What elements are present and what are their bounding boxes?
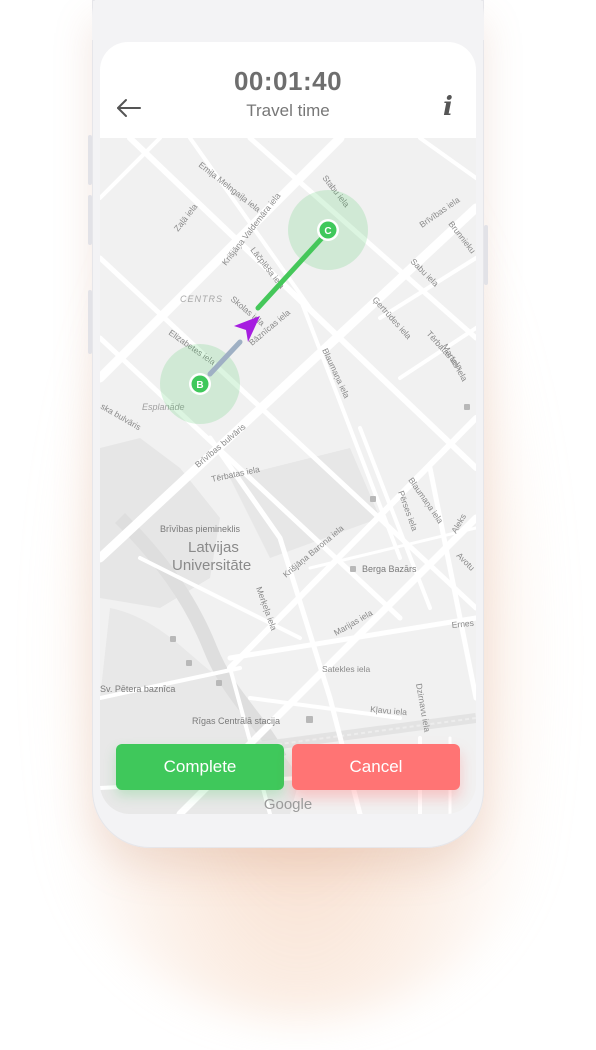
station-label: Rīgas Centrālā stacija [192, 716, 280, 726]
app-screen: 00:01:40 Travel time i Emiļa Melngaiļa i… [100, 42, 476, 814]
station-icon [306, 716, 313, 723]
map-view[interactable]: Emiļa Melngaiļa iela Zaļā iela Krišjāņa … [100, 133, 476, 814]
side-key [88, 290, 92, 354]
landmark-label: Berga Bazārs [362, 564, 417, 574]
district-label: CENTRS [180, 294, 223, 304]
poi-icon [170, 636, 176, 642]
poi-icon [464, 404, 470, 410]
volume-down-button [88, 195, 92, 245]
poi-icon [370, 496, 376, 502]
top-bar: 00:01:40 Travel time i [100, 42, 476, 138]
street-label: Satekles iela [322, 664, 370, 674]
marker-c-label: C [324, 226, 331, 237]
travel-timer: 00:01:40 [233, 66, 343, 96]
marker-b-label: B [196, 380, 203, 391]
google-attribution: Google [263, 796, 313, 813]
landmark-label: Sv. Pētera baznīca [100, 684, 175, 694]
stage: 00:01:40 Travel time i Emiļa Melngaiļa i… [0, 0, 596, 1050]
travel-time-label: Travel time [246, 101, 330, 120]
phone-top-bezel [92, 0, 484, 40]
marker-c[interactable]: C [317, 219, 339, 241]
power-button [484, 225, 488, 285]
landmark-label: Brīvības piemineklis [160, 524, 241, 534]
action-buttons: Complete Cancel [116, 744, 460, 790]
volume-up-button [88, 135, 92, 185]
info-icon: i [443, 92, 453, 122]
university-label: Latvijas [188, 539, 239, 556]
poi-icon [216, 680, 222, 686]
cancel-button[interactable]: Cancel [292, 744, 460, 790]
phone-frame: 00:01:40 Travel time i Emiļa Melngaiļa i… [88, 0, 488, 848]
poi-icon [186, 660, 192, 666]
university-label: Universitāte [172, 557, 251, 574]
info-button[interactable]: i [436, 92, 460, 122]
map-canvas: Emiļa Melngaiļa iela Zaļā iela Krišjāņa … [100, 133, 476, 814]
marker-b[interactable]: B [189, 373, 211, 395]
complete-button[interactable]: Complete [116, 744, 284, 790]
poi-icon [350, 566, 356, 572]
